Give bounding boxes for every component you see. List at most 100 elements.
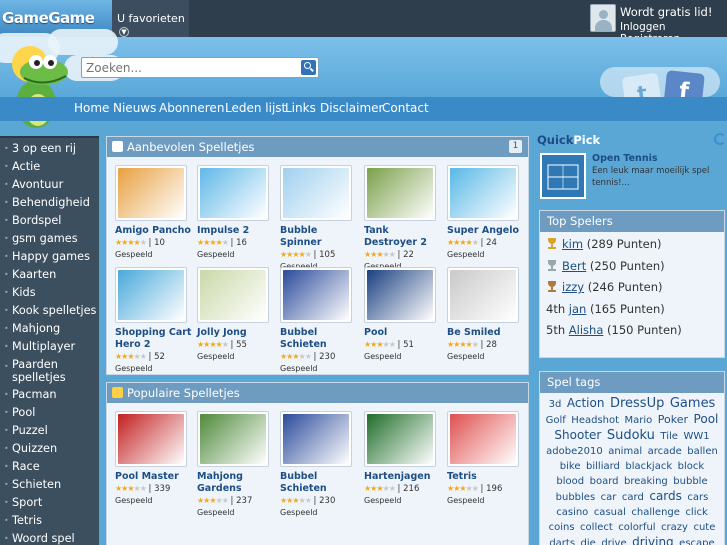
game-card[interactable]: Mahjong Gardens ★★★★★ | 237 Gespeeld <box>197 411 277 517</box>
game-card[interactable]: Tank Destroyer 2★★★★★ | 22Gespeeld <box>364 165 444 271</box>
refresh-icon[interactable] <box>714 133 726 145</box>
game-title-link[interactable]: Impulse 2 <box>197 225 277 237</box>
game-thumbnail[interactable] <box>280 267 352 323</box>
game-card[interactable]: Jolly Jong ★★★★★ | 55 Gespeeld <box>197 267 277 361</box>
game-thumbnail[interactable] <box>115 411 187 467</box>
tag-link[interactable]: blackjack <box>625 461 672 472</box>
game-card[interactable]: Super Angelo ★★★★★ | 24 Gespeeld <box>447 165 527 259</box>
sidebar-item[interactable]: Multiplayer <box>0 340 99 353</box>
tag-link[interactable]: blood <box>556 476 584 487</box>
game-title-link[interactable]: Amigo Pancho <box>115 225 195 237</box>
player-name-link[interactable]: izzy <box>562 280 584 294</box>
game-title-link[interactable]: Be Smiled <box>447 327 527 339</box>
tag-link[interactable]: cards <box>649 489 682 503</box>
game-thumbnail[interactable] <box>447 267 519 323</box>
game-thumbnail[interactable] <box>280 411 352 467</box>
tag-link[interactable]: casual <box>594 507 626 518</box>
tag-link[interactable]: bubbles <box>556 492 596 503</box>
tag-link[interactable]: Sudoku <box>607 428 655 443</box>
sidebar-item[interactable]: Behendigheid <box>0 196 99 209</box>
tag-link[interactable]: click <box>685 507 707 518</box>
quickpick-game-link[interactable]: Open Tennis <box>592 153 658 164</box>
game-title-link[interactable]: Mahjong Gardens <box>197 471 277 495</box>
sidebar-item[interactable]: Kook spelletjes <box>0 304 99 317</box>
sidebar-item[interactable]: Sport <box>0 496 99 509</box>
game-thumbnail[interactable] <box>280 165 352 221</box>
sidebar-item[interactable]: Mahjong <box>0 322 99 335</box>
sidebar-item[interactable]: Pool <box>0 406 99 419</box>
game-thumbnail[interactable] <box>447 165 519 221</box>
game-thumbnail[interactable] <box>197 267 269 323</box>
tag-link[interactable]: casino <box>556 507 588 518</box>
search-button[interactable] <box>301 60 316 75</box>
favorites-dropdown[interactable]: U favorieten ▼ <box>112 0 189 37</box>
sidebar-item[interactable]: Woord spel <box>0 532 99 545</box>
game-thumbnail[interactable] <box>197 165 269 221</box>
tag-link[interactable]: cute <box>693 522 715 533</box>
tag-link[interactable]: challenge <box>631 507 680 518</box>
tag-link[interactable]: Poker <box>658 413 688 426</box>
tag-link[interactable]: Tile <box>660 431 678 442</box>
tag-link[interactable]: Shooter <box>554 428 601 442</box>
game-thumbnail[interactable] <box>115 165 187 221</box>
sidebar-item[interactable]: Paarden spelletjes <box>0 358 90 384</box>
sidebar-item[interactable]: Kaarten <box>0 268 99 281</box>
game-title-link[interactable]: Pool <box>364 327 444 339</box>
player-name-link[interactable]: jan <box>569 302 587 316</box>
player-name-link[interactable]: kim <box>562 237 583 251</box>
nav-abonneren[interactable]: Abonneren <box>159 101 224 115</box>
tag-link[interactable]: Action <box>567 396 605 410</box>
login-link[interactable]: Inloggen <box>620 21 666 33</box>
game-card[interactable]: Hartenjagen ★★★★★ | 216 Gespeeld <box>364 411 444 505</box>
tag-link[interactable]: coins <box>549 522 575 533</box>
sidebar-item[interactable]: Actie <box>0 160 99 173</box>
tag-link[interactable]: bike <box>560 461 581 472</box>
game-card[interactable]: Tetris ★★★★★ | 196 Gespeeld <box>447 411 527 505</box>
nav-links[interactable]: Links <box>285 101 316 115</box>
sidebar-item[interactable]: Avontuur <box>0 178 99 191</box>
game-title-link[interactable]: Bubble Spinner <box>280 225 360 249</box>
game-title-link[interactable]: Bubbel Schieten <box>280 471 360 495</box>
tag-link[interactable]: die <box>581 538 596 545</box>
tag-link[interactable]: DressUp <box>610 396 664 411</box>
tag-link[interactable]: arcade <box>648 446 682 457</box>
tag-link[interactable]: block <box>678 461 705 472</box>
game-thumbnail[interactable] <box>115 267 187 323</box>
game-thumbnail[interactable] <box>197 411 269 467</box>
player-name-link[interactable]: Bert <box>562 259 586 273</box>
tag-link[interactable]: car <box>601 492 617 503</box>
game-card[interactable]: Amigo Pancho ★★★★★ | 10 Gespeeld <box>115 165 195 259</box>
game-thumbnail[interactable] <box>364 411 436 467</box>
game-title-link[interactable]: Jolly Jong <box>197 327 277 339</box>
sidebar-item[interactable]: Bordspel <box>0 214 99 227</box>
game-card[interactable]: Pool ★★★★★ | 51 Gespeeld <box>364 267 444 361</box>
game-title-link[interactable]: Bubbel Schieten <box>280 327 360 351</box>
game-title-link[interactable]: Super Angelo <box>447 225 527 237</box>
tag-link[interactable]: board <box>590 476 619 487</box>
sidebar-item[interactable]: Race <box>0 460 99 473</box>
game-title-link[interactable]: Hartenjagen <box>364 471 444 483</box>
sidebar-item[interactable]: Kids <box>0 286 99 299</box>
game-thumbnail[interactable] <box>447 411 519 467</box>
nav-nieuws[interactable]: Nieuws <box>113 101 156 115</box>
tag-link[interactable]: breaking <box>624 476 668 487</box>
sidebar-item[interactable]: Tetris <box>0 514 99 527</box>
tag-link[interactable]: drive <box>601 538 626 545</box>
tag-link[interactable]: driving <box>632 535 674 545</box>
game-thumbnail[interactable] <box>364 267 436 323</box>
game-title-link[interactable]: Tank Destroyer 2 <box>364 225 444 249</box>
tag-link[interactable]: Games <box>670 396 715 411</box>
game-card[interactable]: Pool Master ★★★★★ | 339 Gespeeld <box>115 411 195 505</box>
player-name-link[interactable]: Alisha <box>569 323 604 337</box>
game-card[interactable]: Bubbel Schieten ★★★★★ | 230 Gespeeld <box>280 267 360 373</box>
sidebar-item[interactable]: gsm games <box>0 232 99 245</box>
sidebar-item[interactable]: Pacman <box>0 388 99 401</box>
game-card[interactable]: Bubble Spinner★★★★★ | 105Gespeeld <box>280 165 360 271</box>
nav-leden-lijst[interactable]: Leden lijst <box>225 101 286 115</box>
game-card[interactable]: Bubbel Schieten ★★★★★ | 230 Gespeeld <box>280 411 360 517</box>
sidebar-item[interactable]: 3 op een rij <box>0 142 99 155</box>
tag-link[interactable]: collect <box>580 522 613 533</box>
nav-disclaimer[interactable]: Disclaimer <box>320 101 383 115</box>
tag-link[interactable]: card <box>622 492 644 503</box>
sidebar-item[interactable]: Schieten <box>0 478 99 491</box>
